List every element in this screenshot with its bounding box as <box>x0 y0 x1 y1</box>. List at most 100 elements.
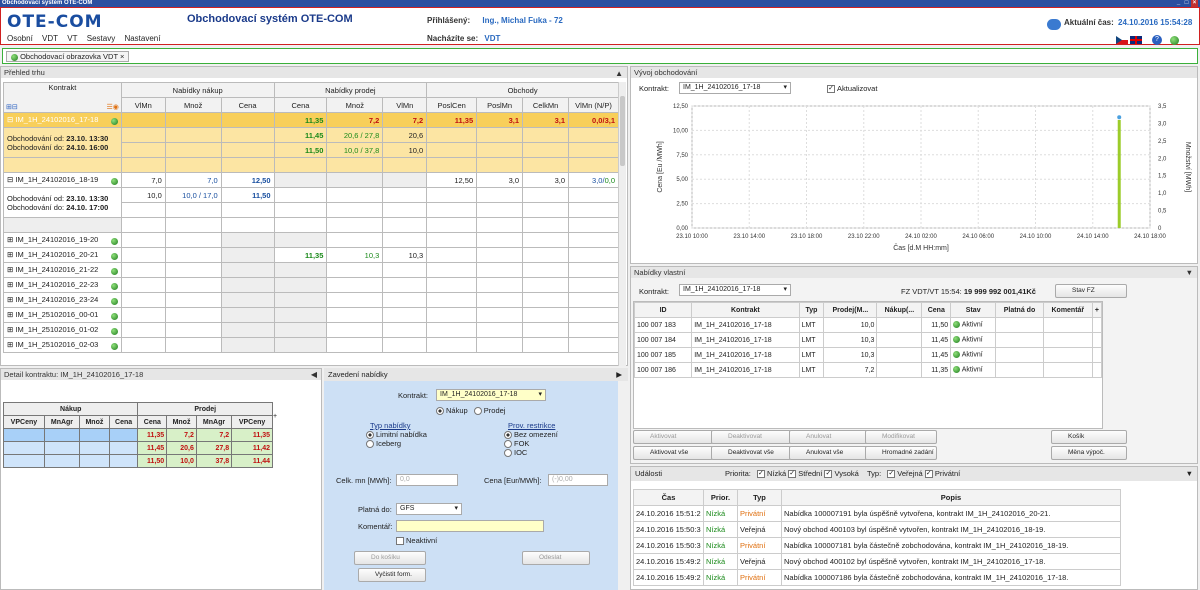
col-header[interactable]: Platná do <box>995 302 1044 318</box>
menu-item-osobni[interactable]: Osobní <box>7 34 33 43</box>
table-row[interactable]: Obchodování od: 23.10. 13:30 Obchodování … <box>3 187 619 218</box>
col-header[interactable]: PoslMn <box>476 97 524 113</box>
table-row[interactable]: 100 007 186 IM_1H_24102016_17-18 LMT 7,2 11,… <box>633 362 1103 378</box>
chart-contract-select[interactable]: IM_1H_24102016_17-18 ▾ <box>679 82 791 94</box>
table-row[interactable]: ⊞ IM_1H_24102016_21-22 <box>3 262 619 278</box>
clear-form-button[interactable]: Vyčistit form. <box>358 568 426 582</box>
settings-icon[interactable]: ☰◉ <box>106 103 118 111</box>
market-scrollbar[interactable] <box>618 82 626 366</box>
fz-state-button[interactable]: Stav FZ <box>1055 284 1127 298</box>
table-row[interactable]: ⊞ IM_1H_25102016_02-03 <box>3 337 619 353</box>
cell[interactable]: 11,50 <box>273 142 328 158</box>
contract-name[interactable]: ⊟ IM_1H_24102016_17-18 <box>3 112 122 128</box>
col-header[interactable]: ID <box>633 302 693 318</box>
contract-name[interactable]: ⊟ IM_1H_24102016_18-19 <box>3 172 122 188</box>
comment-input[interactable] <box>396 520 544 532</box>
expand-all-icon[interactable]: ⊞⊟ <box>6 103 18 111</box>
chat-icon[interactable] <box>1047 19 1061 30</box>
col-header[interactable]: Cena <box>921 302 952 318</box>
inactive-checkbox[interactable]: Neaktivní <box>396 536 437 546</box>
minimize-icon[interactable]: _ <box>1175 0 1182 7</box>
radio-none[interactable]: Bez omezení <box>504 430 558 440</box>
collapse-right-icon[interactable]: ▶ <box>616 368 622 381</box>
close-icon[interactable]: × <box>1191 0 1198 7</box>
table-row[interactable]: 100 007 184 IM_1H_24102016_17-18 LMT 10,3 11… <box>633 332 1103 348</box>
table-row[interactable]: 24.10.2016 15:50:3 Nízká Veřejná Nový obcho… <box>633 521 1121 538</box>
table-row[interactable]: 100 007 183 IM_1H_24102016_17-18 LMT 10,0 11… <box>633 317 1103 333</box>
modify-button[interactable]: Modifikovat <box>865 430 937 444</box>
collapse-down-icon[interactable]: ▼ <box>1186 267 1193 278</box>
col-header[interactable]: VlMn <box>120 97 166 113</box>
tab-close-icon[interactable]: × <box>120 52 124 61</box>
table-row[interactable]: 24.10.2016 15:50:3 Nízká Privátní Nabídka 1… <box>633 537 1121 554</box>
qty-input[interactable]: 0,0 <box>396 474 458 486</box>
table-row[interactable]: ⊞ IM_1H_24102016_19-20 <box>3 232 619 248</box>
tab-trading-screen[interactable]: Obchodovací obrazovka VDT × <box>6 51 130 62</box>
table-row[interactable]: 11,45 20,6 27,8 11,42 <box>3 441 273 455</box>
deactivate-button[interactable]: Deaktivovat <box>711 430 791 444</box>
col-header[interactable]: Stav <box>950 302 997 318</box>
col-header[interactable]: Nákup(... <box>876 302 923 318</box>
contract-name[interactable]: ⊞ IM_1H_24102016_21-22 <box>3 262 122 278</box>
table-row[interactable]: ⊟ IM_1H_24102016_18-19 7,0 7,0 12,50 12,… <box>3 172 619 188</box>
send-button[interactable]: Odeslat <box>522 551 590 565</box>
cell[interactable]: 11,45 <box>273 127 328 143</box>
table-row[interactable]: 24.10.2016 15:49:2 Nízká Veřejná Nový obcho… <box>633 553 1121 570</box>
activate-all-button[interactable]: Aktivovat vše <box>633 446 713 460</box>
col-header[interactable]: Cena <box>273 97 328 113</box>
table-row[interactable]: ⊞ IM_1H_24102016_22-23 <box>3 277 619 293</box>
own-contract-select[interactable]: IM_1H_24102016_17-18 ▾ <box>679 284 791 296</box>
table-row[interactable]: 100 007 185 IM_1H_24102016_17-18 LMT 10,3 11… <box>633 347 1103 363</box>
uk-flag-icon[interactable] <box>1130 36 1142 44</box>
col-header[interactable]: Komentář <box>1042 302 1093 318</box>
czech-flag-icon[interactable] <box>1116 36 1128 44</box>
valid-select[interactable]: GFS ▾ <box>396 503 462 515</box>
cancel-button[interactable]: Anulovat <box>789 430 869 444</box>
collapse-up-icon[interactable]: ▲ <box>615 68 623 79</box>
table-row[interactable]: ⊞ IM_1H_25102016_01-02 <box>3 322 619 338</box>
radio-limit[interactable]: Limitní nabídka <box>366 430 427 440</box>
radio-fok[interactable]: FOK <box>504 439 558 449</box>
col-header[interactable]: VlMn (N/P) <box>568 97 619 113</box>
table-row[interactable] <box>3 157 619 173</box>
contract-name[interactable]: ⊞ IM_1H_25102016_01-02 <box>3 322 122 338</box>
col-header[interactable]: Množ <box>164 97 222 113</box>
col-header[interactable]: Typ <box>737 489 782 506</box>
col-header[interactable]: Množ <box>326 97 384 113</box>
cell[interactable]: 12,50 <box>220 172 275 188</box>
contract-name[interactable]: ⊞ IM_1H_24102016_19-20 <box>3 232 122 248</box>
deactivate-all-button[interactable]: Deaktivovat vše <box>711 446 791 460</box>
cancel-all-button[interactable]: Anulovat vše <box>789 446 869 460</box>
col-header[interactable]: Typ <box>798 302 825 318</box>
col-header[interactable]: PoslCen <box>426 97 478 113</box>
collapse-down-icon[interactable]: ▼ <box>1186 467 1193 481</box>
table-row[interactable]: 24.10.2016 15:49:2 Nízká Privátní Nabídka 1… <box>633 569 1121 586</box>
radio-ioc[interactable]: IOC <box>504 448 558 458</box>
contract-name[interactable]: ⊞ IM_1H_24102016_20-21 <box>3 247 122 263</box>
collapse-left-icon[interactable]: ◀ <box>311 369 317 380</box>
cell[interactable]: 11,35 <box>273 112 328 128</box>
contract-name[interactable]: ⊞ IM_1H_25102016_02-03 <box>3 337 122 353</box>
basket-button[interactable]: Košík <box>1051 430 1127 444</box>
currency-button[interactable]: Měna výpoč. <box>1051 446 1127 460</box>
cell[interactable]: 11,50 <box>220 187 275 203</box>
activate-button[interactable]: Aktivovat <box>633 430 713 444</box>
contract-name[interactable]: ⊞ IM_1H_24102016_22-23 <box>3 277 122 293</box>
table-row[interactable]: ⊞ IM_1H_24102016_23-24 <box>3 292 619 308</box>
help-icon[interactable]: ? <box>1152 35 1162 45</box>
table-row[interactable]: ⊟ IM_1H_24102016_17-18 11,35 7,2 7,2 11,… <box>3 112 619 128</box>
form-contract-select[interactable]: IM_1H_24102016_17-18 ▾ <box>436 389 546 401</box>
mass-entry-button[interactable]: Hromadné zadání <box>865 446 937 460</box>
refresh-checkbox[interactable]: ✓ Aktualizovat <box>827 84 877 94</box>
col-header[interactable]: Prodej(M... <box>823 302 878 318</box>
radio-iceberg[interactable]: Iceberg <box>366 439 427 449</box>
col-header[interactable]: Cena <box>220 97 275 113</box>
add-column-icon[interactable]: + <box>1091 302 1103 318</box>
contract-name[interactable]: ⊞ IM_1H_24102016_23-24 <box>3 292 122 308</box>
table-row[interactable]: 11,50 10,0 37,8 11,44 <box>3 454 273 468</box>
radio-buy[interactable] <box>436 407 444 416</box>
table-row[interactable]: 11,35 7,2 7,2 11,35 <box>3 428 273 442</box>
maximize-icon[interactable]: □ <box>1183 0 1190 7</box>
price-input[interactable]: (-)0,00 <box>548 474 608 486</box>
col-header[interactable]: Kontrakt <box>691 302 800 318</box>
